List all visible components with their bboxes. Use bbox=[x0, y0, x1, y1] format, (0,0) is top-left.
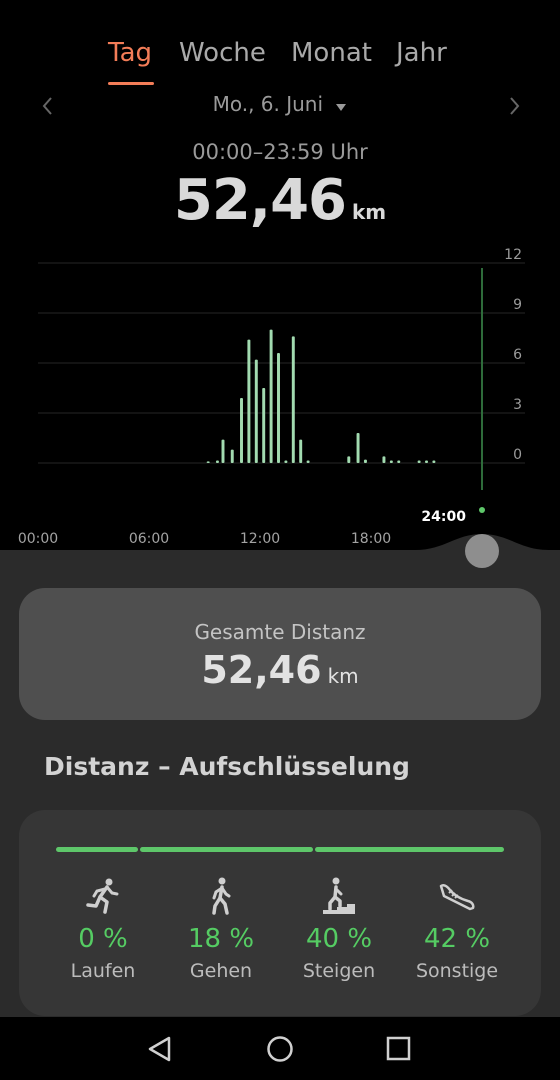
breakdown-item-other[interactable]: 42 % Sonstige bbox=[398, 874, 516, 982]
total-distance-card: Gesamte Distanz 52,46 km bbox=[19, 588, 541, 720]
period-tabs: Tag Woche Monat Jahr bbox=[0, 38, 560, 86]
other-label: Sonstige bbox=[415, 960, 499, 982]
chart-bar bbox=[382, 456, 386, 463]
running-icon bbox=[44, 874, 162, 918]
chart-bar bbox=[254, 359, 258, 463]
next-day-button[interactable] bbox=[502, 94, 526, 118]
recents-button[interactable] bbox=[384, 1034, 414, 1064]
running-label: Laufen bbox=[70, 960, 136, 982]
chart-bar bbox=[230, 449, 234, 463]
tab-year[interactable]: Jahr bbox=[396, 38, 447, 68]
breakdown-bar-climbing bbox=[140, 847, 313, 852]
total-distance-label: Gesamte Distanz bbox=[194, 620, 366, 644]
recents-icon bbox=[386, 1036, 411, 1061]
climbing-percent: 40 % bbox=[305, 924, 373, 954]
home-icon bbox=[267, 1036, 293, 1062]
chart-bar bbox=[356, 433, 360, 463]
date-selector[interactable]: Mo., 6. Juni bbox=[0, 92, 560, 118]
date-label: Mo., 6. Juni bbox=[212, 92, 324, 116]
back-button[interactable] bbox=[145, 1034, 175, 1064]
y-tick-label: 6 bbox=[513, 347, 522, 363]
tab-day[interactable]: Tag bbox=[108, 38, 152, 68]
home-button[interactable] bbox=[265, 1034, 295, 1064]
chart-bar bbox=[291, 336, 295, 463]
total-distance-unit: km bbox=[327, 664, 359, 688]
distance-breakdown-card: 0 % Laufen 18 % Gehen 40 % Steigen 42 % … bbox=[19, 810, 541, 1016]
current-time-dot bbox=[479, 507, 485, 513]
current-time-label: 24:00 bbox=[421, 509, 466, 525]
total-distance-value: 52,46 bbox=[201, 648, 322, 692]
other-percent: 42 % bbox=[423, 924, 491, 954]
breakdown-item-climbing[interactable]: 40 % Steigen bbox=[280, 874, 398, 982]
breakdown-item-walking[interactable]: 18 % Gehen bbox=[162, 874, 280, 982]
chart-bar bbox=[262, 388, 266, 463]
breakdown-bar-walking bbox=[56, 847, 138, 852]
daily-distance: 52,46 km bbox=[0, 168, 560, 233]
chart-bar bbox=[432, 460, 436, 463]
y-tick-label: 9 bbox=[513, 297, 522, 313]
shoe-icon bbox=[398, 874, 516, 918]
y-tick-label: 3 bbox=[513, 397, 522, 413]
breakdown-item-running[interactable]: 0 % Laufen bbox=[44, 874, 162, 982]
chart-bar bbox=[389, 460, 393, 463]
chart-bar bbox=[347, 456, 351, 463]
chevron-right-icon bbox=[510, 97, 520, 115]
total-distance: 52,46 km bbox=[19, 648, 541, 692]
daily-distance-value: 52,46 bbox=[173, 168, 347, 233]
chart-bar bbox=[299, 439, 303, 463]
tab-month[interactable]: Monat bbox=[291, 38, 372, 68]
breakdown-title: Distanz – Aufschlüsselung bbox=[44, 752, 410, 781]
system-navigation-bar bbox=[0, 1017, 560, 1080]
stairs-climbing-icon bbox=[280, 874, 398, 918]
back-icon bbox=[148, 1036, 171, 1062]
chart-bar bbox=[269, 329, 273, 463]
walking-icon bbox=[162, 874, 280, 918]
climbing-label: Steigen bbox=[302, 960, 376, 982]
chart-bar bbox=[206, 461, 210, 463]
chart-bar bbox=[284, 460, 288, 463]
walking-label: Gehen bbox=[189, 960, 253, 982]
timeline-scrubber-handle[interactable] bbox=[465, 534, 499, 568]
chart-bar bbox=[306, 460, 310, 463]
breakdown-bar-other bbox=[315, 847, 504, 852]
chart-bar bbox=[417, 460, 421, 463]
chart-bar bbox=[397, 460, 401, 463]
active-tab-indicator bbox=[108, 82, 154, 85]
chart-bar bbox=[363, 459, 367, 463]
chart-bar bbox=[425, 460, 428, 463]
distance-chart[interactable]: 12963000:00 06:00 12:00 18:0024:00 bbox=[0, 240, 560, 550]
chart-bar bbox=[221, 439, 225, 463]
y-tick-label: 0 bbox=[513, 447, 522, 463]
daily-distance-unit: km bbox=[352, 200, 387, 224]
tab-week[interactable]: Woche bbox=[179, 38, 266, 68]
caret-down-icon bbox=[335, 94, 347, 118]
time-range: 00:00–23:59 Uhr bbox=[192, 140, 368, 164]
chart-bar bbox=[247, 339, 251, 463]
chart-bar bbox=[240, 398, 243, 463]
chart-bar bbox=[277, 353, 280, 463]
walking-percent: 18 % bbox=[187, 924, 255, 954]
chart-bar bbox=[215, 460, 219, 463]
running-percent: 0 % bbox=[78, 924, 128, 954]
y-tick-label: 12 bbox=[504, 247, 522, 263]
